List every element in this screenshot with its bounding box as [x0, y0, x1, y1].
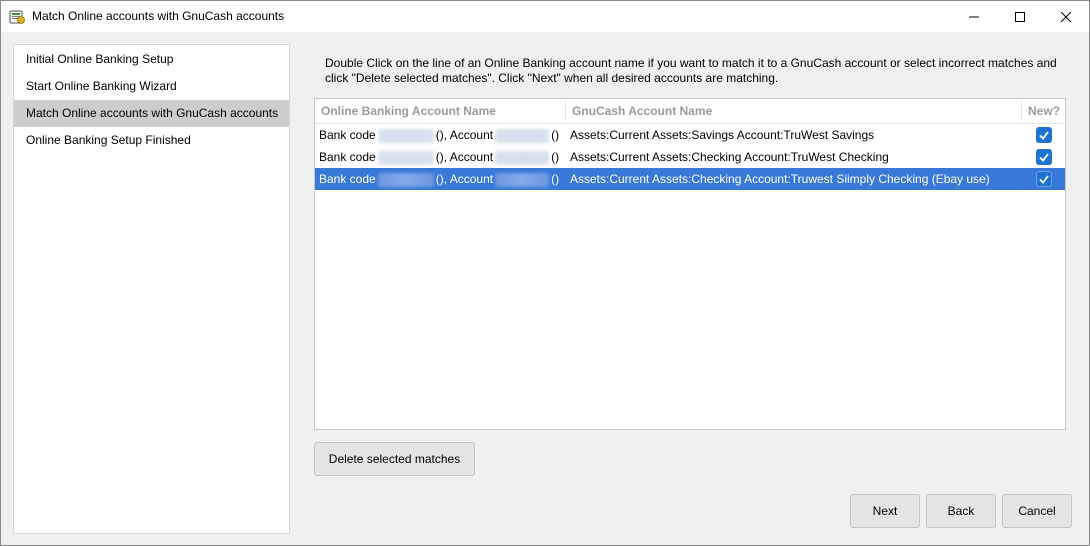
gnucash-account-name: Assets:Current Assets:Checking Account:T…: [570, 150, 889, 164]
checkmark-icon: [1039, 153, 1049, 162]
redacted-account-number: [495, 128, 550, 143]
new-checkbox[interactable]: [1036, 171, 1052, 187]
bank-code-label: Bank code: [319, 172, 376, 186]
delete-selected-matches-button[interactable]: Delete selected matches: [314, 442, 475, 476]
online-account-name: Bank code (), Account (): [319, 168, 559, 190]
sidebar-item-initial-setup[interactable]: Initial Online Banking Setup: [14, 46, 289, 73]
table-row-selected[interactable]: Bank code (), Account () Assets:Current As…: [315, 168, 1065, 190]
gnucash-account-name: Assets:Current Assets:Savings Account:Tr…: [570, 128, 875, 142]
bank-code-label: Bank code: [319, 128, 376, 142]
column-header-gnucash-account[interactable]: GnuCash Account Name: [572, 99, 712, 124]
maximize-icon: [1015, 11, 1025, 22]
minimize-button[interactable]: [951, 1, 997, 32]
window-title: Match Online accounts with GnuCash accou…: [32, 9, 285, 23]
column-header-online-account[interactable]: Online Banking Account Name: [321, 99, 496, 124]
column-header-new[interactable]: New?: [1028, 99, 1060, 124]
checkmark-icon: [1039, 175, 1049, 184]
account-label: (), Account: [435, 150, 494, 164]
online-account-name: Bank code (), Account (): [319, 146, 559, 168]
column-separator: [1021, 102, 1022, 121]
dialog-window: Match Online accounts with GnuCash accou…: [0, 0, 1090, 546]
close-button[interactable]: [1043, 1, 1089, 32]
account-suffix: (): [551, 172, 560, 186]
account-label: (), Account: [435, 128, 494, 142]
title-bar[interactable]: Match Online accounts with GnuCash accou…: [1, 1, 1089, 32]
maximize-button[interactable]: [997, 1, 1043, 32]
redacted-bank-code: [377, 172, 434, 187]
wizard-steps-sidebar: Initial Online Banking Setup Start Onlin…: [13, 44, 290, 534]
cancel-button[interactable]: Cancel: [1002, 494, 1072, 528]
sidebar-item-start-wizard[interactable]: Start Online Banking Wizard: [14, 73, 289, 100]
minimize-icon: [969, 16, 979, 17]
online-account-name: Bank code (), Account (): [319, 124, 559, 146]
column-separator: [565, 102, 566, 121]
new-checkbox[interactable]: [1036, 149, 1052, 165]
checkmark-icon: [1039, 131, 1049, 140]
redacted-account-number: [495, 172, 550, 187]
instructions-text: Double Click on the line of an Online Ba…: [325, 56, 1057, 85]
account-match-table[interactable]: Online Banking Account Name GnuCash Acco…: [314, 98, 1066, 430]
new-checkbox[interactable]: [1036, 127, 1052, 143]
sidebar-item-match-accounts[interactable]: Match Online accounts with GnuCash accou…: [14, 100, 289, 127]
account-label: (), Account: [435, 172, 494, 186]
gnucash-account-name: Assets:Current Assets:Checking Account:T…: [570, 172, 990, 186]
close-icon: [1061, 11, 1071, 22]
account-suffix: (): [551, 128, 560, 142]
back-button[interactable]: Back: [926, 494, 996, 528]
redacted-account-number: [495, 150, 550, 165]
gnucash-app-icon: [9, 9, 25, 25]
bank-code-label: Bank code: [319, 150, 376, 164]
table-row[interactable]: Bank code (), Account () Assets:Current As…: [315, 124, 1065, 146]
redacted-bank-code: [377, 150, 434, 165]
table-header: Online Banking Account Name GnuCash Acco…: [315, 99, 1065, 124]
redacted-bank-code: [377, 128, 434, 143]
account-suffix: (): [551, 150, 560, 164]
next-button[interactable]: Next: [850, 494, 920, 528]
sidebar-item-setup-finished[interactable]: Online Banking Setup Finished: [14, 127, 289, 154]
table-row[interactable]: Bank code (), Account () Assets:Current As…: [315, 146, 1065, 168]
